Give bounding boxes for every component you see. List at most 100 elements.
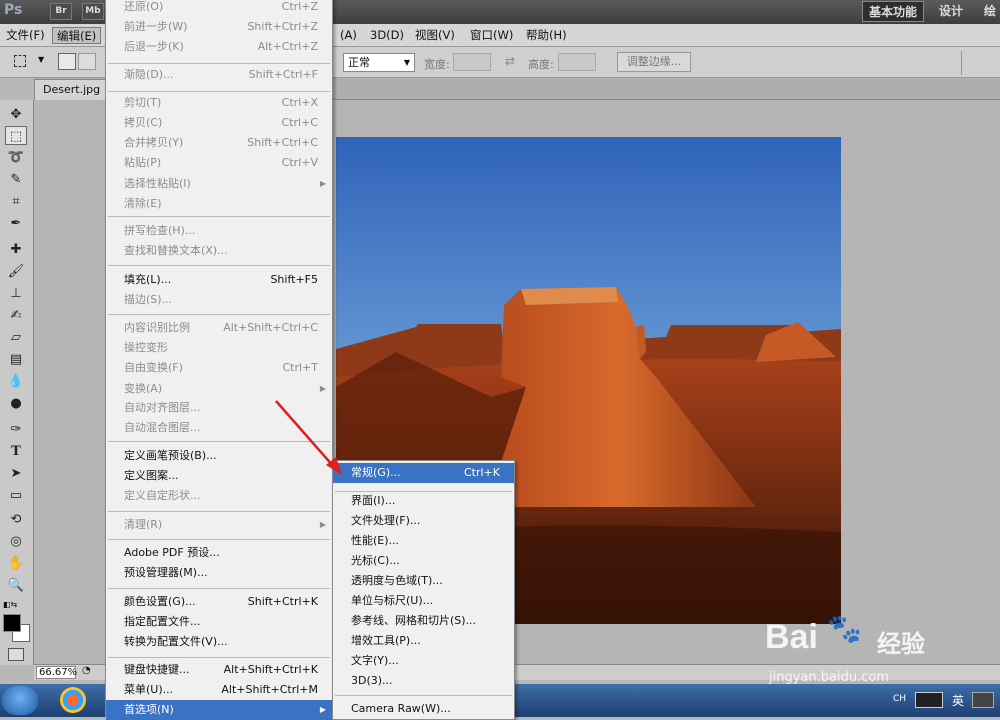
menu-separator — [335, 491, 512, 492]
edit-menu-item[interactable]: 清除(E) — [106, 194, 332, 214]
edit-menu-item[interactable]: 转换为配置文件(V)... — [106, 632, 332, 652]
edit-menu-item[interactable]: 内容识别比例 Alt+Shift+Ctrl+C — [106, 318, 332, 338]
gradient-tool-icon[interactable]: ▤ — [5, 350, 27, 369]
workspace-design-button[interactable]: 设计 — [932, 1, 970, 22]
menu-view[interactable]: 视图(V) — [411, 27, 459, 44]
edit-menu-item[interactable]: 剪切(T) Ctrl+X — [106, 93, 332, 113]
preferences-menu-item[interactable]: 性能(E)... — [333, 531, 514, 551]
brush-tool-icon[interactable]: 🖌 — [5, 262, 27, 281]
style-select[interactable]: 正常 ▼ — [343, 53, 415, 72]
edit-menu-item[interactable]: 还原(O) Ctrl+Z — [106, 0, 332, 17]
history-brush-tool-icon[interactable]: ✍ — [5, 306, 27, 325]
preferences-menu-item[interactable]: 界面(I)... — [333, 491, 514, 511]
preferences-menu-item[interactable]: 3D(3)... — [333, 671, 514, 691]
mini-bridge-button[interactable]: Mb — [82, 3, 104, 20]
preferences-menu-item[interactable]: 增效工具(P)... — [333, 631, 514, 651]
3d-orbit-tool-icon[interactable]: ◎ — [5, 532, 27, 551]
menu-item-label: 拷贝(C) — [124, 116, 163, 129]
new-selection-icon[interactable] — [58, 53, 76, 70]
edit-menu-item[interactable]: 前进一步(W) Shift+Ctrl+Z — [106, 17, 332, 37]
edit-menu-item[interactable]: 自由变换(F) Ctrl+T — [106, 358, 332, 378]
preferences-menu-item[interactable]: 常规(G)... Ctrl+K — [333, 463, 514, 483]
workspace-essentials-button[interactable]: 基本功能 — [862, 1, 924, 22]
preferences-menu-item[interactable]: 文字(Y)... — [333, 651, 514, 671]
refine-edge-button[interactable]: 调整边缘... — [617, 52, 691, 72]
status-info-icon[interactable]: ◔ — [82, 665, 91, 676]
edit-menu-item[interactable]: 清理(R) ▶ — [106, 515, 332, 535]
ime-indicator[interactable]: 英 — [952, 692, 964, 709]
ime-toolbar-icon[interactable] — [915, 692, 943, 708]
language-indicator[interactable]: CH — [893, 694, 906, 704]
menu-item-shortcut: Shift+Ctrl+Z — [247, 20, 318, 33]
foreground-color-swatch[interactable] — [3, 614, 21, 632]
preferences-menu-item[interactable]: Camera Raw(W)... — [333, 699, 514, 719]
edit-menu-item[interactable]: 查找和替换文本(X)... — [106, 241, 332, 261]
tray-icon[interactable] — [972, 692, 994, 708]
add-selection-icon[interactable] — [78, 53, 96, 70]
edit-menu-item[interactable]: 粘贴(P) Ctrl+V — [106, 153, 332, 173]
edit-menu-item[interactable]: 颜色设置(G)... Shift+Ctrl+K — [106, 592, 332, 612]
preferences-menu-item[interactable]: 光标(C)... — [333, 551, 514, 571]
stamp-tool-icon[interactable]: ⊥ — [5, 284, 27, 303]
edit-menu-item[interactable]: 渐隐(D)... Shift+Ctrl+F — [106, 65, 332, 85]
workspace-painting-button[interactable]: 绘 — [980, 1, 1000, 22]
healing-brush-tool-icon[interactable]: ✚ — [5, 240, 27, 259]
swap-icon[interactable]: ⇄ — [505, 54, 515, 68]
preferences-menu-item[interactable]: 文件处理(F)... — [333, 511, 514, 531]
edit-menu-item[interactable]: 首选项(N) ▶ — [106, 700, 332, 720]
eraser-tool-icon[interactable]: ▱ — [5, 328, 27, 347]
crop-tool-icon[interactable]: ⌗ — [5, 192, 27, 211]
marquee-tool-icon[interactable]: ⬚ — [5, 126, 27, 145]
path-select-tool-icon[interactable]: ➤ — [5, 464, 27, 483]
preset-dropdown-arrow-icon[interactable]: ▼ — [38, 55, 44, 64]
edit-menu-item[interactable]: 菜单(U)... Alt+Shift+Ctrl+M — [106, 680, 332, 700]
width-field[interactable] — [453, 53, 491, 71]
menu-help[interactable]: 帮助(H) — [522, 27, 571, 44]
shape-tool-icon[interactable]: ▭ — [5, 486, 27, 505]
menu-file[interactable]: 文件(F) — [2, 27, 49, 44]
menu-edit[interactable]: 编辑(E) — [52, 27, 102, 44]
edit-menu-item[interactable]: 操控变形 — [106, 338, 332, 358]
menu-3d[interactable]: 3D(D) — [366, 27, 408, 44]
move-tool-icon[interactable]: ✥ — [5, 105, 27, 124]
edit-menu-item[interactable]: 键盘快捷键... Alt+Shift+Ctrl+K — [106, 660, 332, 680]
start-button-icon[interactable] — [2, 686, 38, 715]
marquee-preset-icon[interactable] — [14, 55, 26, 67]
edit-menu-item[interactable]: 指定配置文件... — [106, 612, 332, 632]
eyedropper-tool-icon[interactable]: ✒ — [5, 214, 27, 233]
document-tab[interactable]: Desert.jpg @ — [34, 79, 106, 116]
3d-rotate-tool-icon[interactable]: ⟲ — [5, 510, 27, 529]
menu-window[interactable]: 窗口(W) — [466, 27, 517, 44]
bridge-button[interactable]: Br — [50, 3, 72, 20]
dodge-tool-icon[interactable]: ● — [5, 394, 27, 413]
zoom-tool-icon[interactable]: 🔍 — [5, 576, 27, 595]
height-field[interactable] — [558, 53, 596, 71]
preferences-menu-item[interactable]: 单位与标尺(U)... — [333, 591, 514, 611]
default-colors-icon[interactable]: ◧⇆ — [3, 600, 17, 609]
edit-menu-item[interactable]: 合并拷贝(Y) Shift+Ctrl+C — [106, 133, 332, 153]
browser-taskbar-icon[interactable] — [60, 687, 86, 713]
quick-mask-icon[interactable] — [8, 648, 24, 661]
edit-menu-item[interactable]: 选择性粘贴(I) ▶ — [106, 174, 332, 194]
edit-menu-item[interactable]: 预设管理器(M)... — [106, 563, 332, 583]
menu-analysis[interactable]: (A) — [336, 27, 361, 44]
blur-tool-icon[interactable]: 💧 — [5, 372, 27, 391]
edit-menu-item[interactable]: 填充(L)... Shift+F5 — [106, 270, 332, 290]
preferences-menu-item[interactable]: 透明度与色域(T)... — [333, 571, 514, 591]
preferences-menu-item[interactable]: 参考线、网格和切片(S)... — [333, 611, 514, 631]
lasso-tool-icon[interactable]: ➰ — [5, 148, 27, 167]
edit-menu-item[interactable]: 后退一步(K) Alt+Ctrl+Z — [106, 37, 332, 57]
edit-menu-item[interactable]: 拷贝(C) Ctrl+C — [106, 113, 332, 133]
type-tool-icon[interactable]: T — [5, 442, 27, 461]
edit-menu-item[interactable]: 定义自定形状... — [106, 486, 332, 506]
menu-item-shortcut: Shift+Ctrl+C — [247, 136, 318, 149]
pen-tool-icon[interactable]: ✑ — [5, 420, 27, 439]
hand-tool-icon[interactable]: ✋ — [5, 554, 27, 573]
edit-menu-item[interactable]: Adobe PDF 预设... — [106, 543, 332, 563]
zoom-field[interactable]: 66.67% — [36, 666, 77, 679]
quick-select-tool-icon[interactable]: ✎ — [5, 170, 27, 189]
edit-menu-item[interactable]: 拼写检查(H)... — [106, 221, 332, 241]
edit-menu-item[interactable]: 描边(S)... — [106, 290, 332, 310]
submenu-arrow-icon: ▶ — [319, 705, 326, 714]
menu-separator — [108, 657, 330, 658]
